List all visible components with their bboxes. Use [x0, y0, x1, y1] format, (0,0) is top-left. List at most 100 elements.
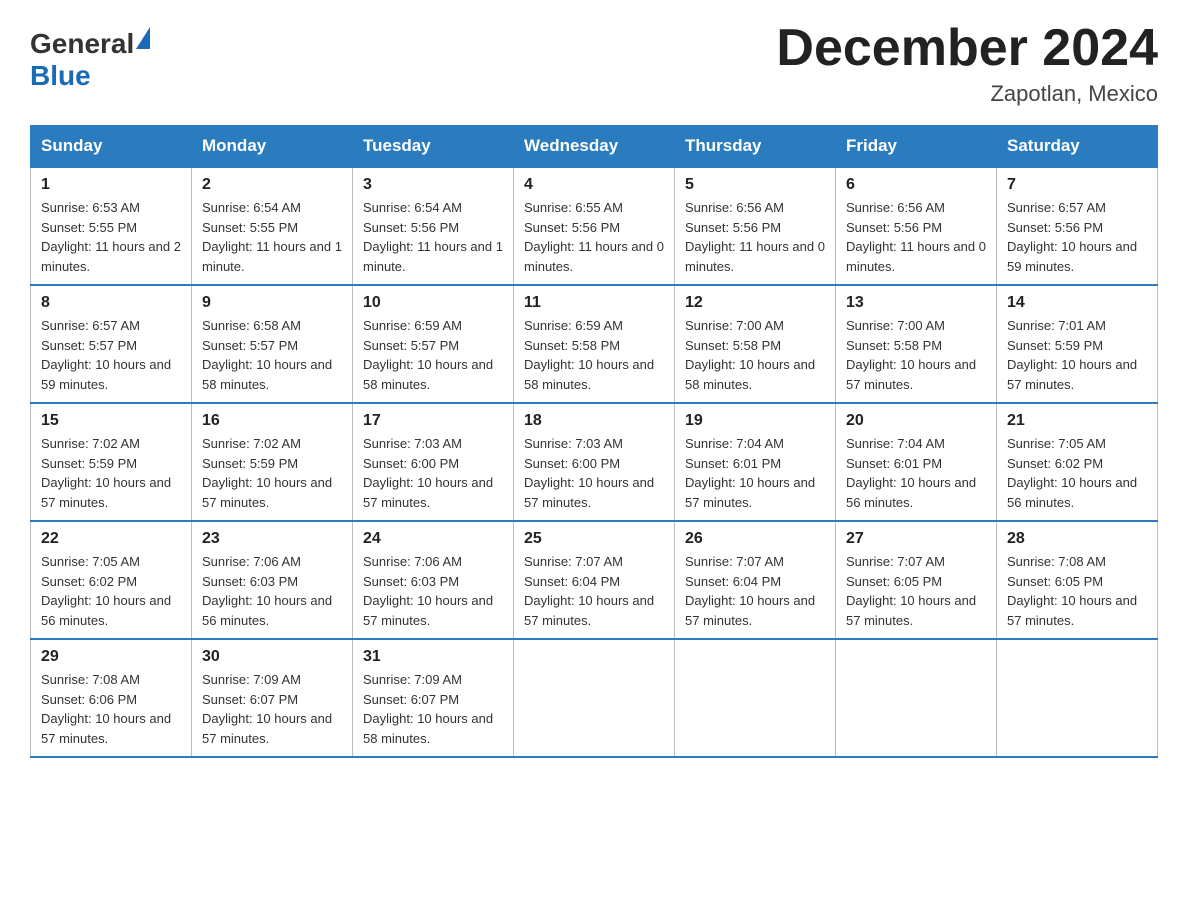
day-info: Sunrise: 7:04 AMSunset: 6:01 PMDaylight:…: [846, 436, 976, 510]
day-number: 10: [363, 294, 503, 312]
calendar-day-cell: [514, 639, 675, 757]
calendar-day-header: Monday: [192, 126, 353, 168]
calendar-day-cell: [836, 639, 997, 757]
day-info: Sunrise: 7:05 AMSunset: 6:02 PMDaylight:…: [41, 554, 171, 628]
day-info: Sunrise: 6:57 AMSunset: 5:57 PMDaylight:…: [41, 318, 171, 392]
calendar-day-cell: 18 Sunrise: 7:03 AMSunset: 6:00 PMDaylig…: [514, 403, 675, 521]
day-info: Sunrise: 6:56 AMSunset: 5:56 PMDaylight:…: [685, 200, 825, 274]
page-title: December 2024: [776, 20, 1158, 77]
logo-blue: Blue: [30, 60, 91, 91]
day-number: 5: [685, 176, 825, 194]
day-info: Sunrise: 7:02 AMSunset: 5:59 PMDaylight:…: [41, 436, 171, 510]
calendar-day-cell: 29 Sunrise: 7:08 AMSunset: 6:06 PMDaylig…: [31, 639, 192, 757]
day-info: Sunrise: 6:54 AMSunset: 5:55 PMDaylight:…: [202, 200, 342, 274]
calendar-header-row: SundayMondayTuesdayWednesdayThursdayFrid…: [31, 126, 1158, 168]
day-info: Sunrise: 6:56 AMSunset: 5:56 PMDaylight:…: [846, 200, 986, 274]
calendar-day-cell: 23 Sunrise: 7:06 AMSunset: 6:03 PMDaylig…: [192, 521, 353, 639]
calendar-day-cell: 31 Sunrise: 7:09 AMSunset: 6:07 PMDaylig…: [353, 639, 514, 757]
day-number: 9: [202, 294, 342, 312]
day-info: Sunrise: 7:05 AMSunset: 6:02 PMDaylight:…: [1007, 436, 1137, 510]
calendar-day-cell: 11 Sunrise: 6:59 AMSunset: 5:58 PMDaylig…: [514, 285, 675, 403]
calendar-day-cell: 17 Sunrise: 7:03 AMSunset: 6:00 PMDaylig…: [353, 403, 514, 521]
calendar-day-header: Saturday: [997, 126, 1158, 168]
calendar-day-cell: 19 Sunrise: 7:04 AMSunset: 6:01 PMDaylig…: [675, 403, 836, 521]
day-number: 21: [1007, 412, 1147, 430]
day-number: 12: [685, 294, 825, 312]
page-subtitle: Zapotlan, Mexico: [776, 81, 1158, 107]
day-number: 1: [41, 176, 181, 194]
day-number: 3: [363, 176, 503, 194]
day-number: 6: [846, 176, 986, 194]
calendar-day-cell: 22 Sunrise: 7:05 AMSunset: 6:02 PMDaylig…: [31, 521, 192, 639]
calendar-day-cell: 14 Sunrise: 7:01 AMSunset: 5:59 PMDaylig…: [997, 285, 1158, 403]
day-number: 8: [41, 294, 181, 312]
logo-text: General Blue: [30, 28, 150, 92]
calendar-day-cell: 15 Sunrise: 7:02 AMSunset: 5:59 PMDaylig…: [31, 403, 192, 521]
day-number: 24: [363, 530, 503, 548]
day-info: Sunrise: 7:07 AMSunset: 6:04 PMDaylight:…: [685, 554, 815, 628]
day-info: Sunrise: 7:03 AMSunset: 6:00 PMDaylight:…: [363, 436, 493, 510]
calendar-day-cell: 12 Sunrise: 7:00 AMSunset: 5:58 PMDaylig…: [675, 285, 836, 403]
day-number: 28: [1007, 530, 1147, 548]
day-number: 14: [1007, 294, 1147, 312]
calendar-day-cell: 20 Sunrise: 7:04 AMSunset: 6:01 PMDaylig…: [836, 403, 997, 521]
calendar-day-cell: 13 Sunrise: 7:00 AMSunset: 5:58 PMDaylig…: [836, 285, 997, 403]
calendar-day-cell: [997, 639, 1158, 757]
calendar-week-row: 15 Sunrise: 7:02 AMSunset: 5:59 PMDaylig…: [31, 403, 1158, 521]
calendar-day-cell: 8 Sunrise: 6:57 AMSunset: 5:57 PMDayligh…: [31, 285, 192, 403]
day-number: 30: [202, 648, 342, 666]
day-info: Sunrise: 7:03 AMSunset: 6:00 PMDaylight:…: [524, 436, 654, 510]
day-info: Sunrise: 7:00 AMSunset: 5:58 PMDaylight:…: [846, 318, 976, 392]
day-info: Sunrise: 7:08 AMSunset: 6:06 PMDaylight:…: [41, 672, 171, 746]
day-info: Sunrise: 6:54 AMSunset: 5:56 PMDaylight:…: [363, 200, 503, 274]
calendar-day-cell: 1 Sunrise: 6:53 AMSunset: 5:55 PMDayligh…: [31, 167, 192, 285]
calendar-week-row: 22 Sunrise: 7:05 AMSunset: 6:02 PMDaylig…: [31, 521, 1158, 639]
day-info: Sunrise: 7:06 AMSunset: 6:03 PMDaylight:…: [202, 554, 332, 628]
day-number: 11: [524, 294, 664, 312]
calendar-day-cell: 26 Sunrise: 7:07 AMSunset: 6:04 PMDaylig…: [675, 521, 836, 639]
day-info: Sunrise: 6:53 AMSunset: 5:55 PMDaylight:…: [41, 200, 181, 274]
day-number: 26: [685, 530, 825, 548]
day-info: Sunrise: 7:04 AMSunset: 6:01 PMDaylight:…: [685, 436, 815, 510]
day-number: 19: [685, 412, 825, 430]
day-number: 23: [202, 530, 342, 548]
day-number: 13: [846, 294, 986, 312]
calendar-week-row: 8 Sunrise: 6:57 AMSunset: 5:57 PMDayligh…: [31, 285, 1158, 403]
calendar-day-cell: 27 Sunrise: 7:07 AMSunset: 6:05 PMDaylig…: [836, 521, 997, 639]
day-info: Sunrise: 7:09 AMSunset: 6:07 PMDaylight:…: [202, 672, 332, 746]
calendar-day-cell: 5 Sunrise: 6:56 AMSunset: 5:56 PMDayligh…: [675, 167, 836, 285]
logo-general: General: [30, 28, 134, 59]
day-number: 2: [202, 176, 342, 194]
day-number: 7: [1007, 176, 1147, 194]
day-info: Sunrise: 6:57 AMSunset: 5:56 PMDaylight:…: [1007, 200, 1137, 274]
calendar-day-cell: 16 Sunrise: 7:02 AMSunset: 5:59 PMDaylig…: [192, 403, 353, 521]
calendar-day-cell: 28 Sunrise: 7:08 AMSunset: 6:05 PMDaylig…: [997, 521, 1158, 639]
page-header: General Blue December 2024 Zapotlan, Mex…: [30, 20, 1158, 107]
calendar-day-cell: 10 Sunrise: 6:59 AMSunset: 5:57 PMDaylig…: [353, 285, 514, 403]
day-info: Sunrise: 7:00 AMSunset: 5:58 PMDaylight:…: [685, 318, 815, 392]
calendar-day-cell: 9 Sunrise: 6:58 AMSunset: 5:57 PMDayligh…: [192, 285, 353, 403]
calendar-day-header: Sunday: [31, 126, 192, 168]
day-number: 29: [41, 648, 181, 666]
day-info: Sunrise: 7:08 AMSunset: 6:05 PMDaylight:…: [1007, 554, 1137, 628]
calendar-day-cell: [675, 639, 836, 757]
calendar-day-cell: 24 Sunrise: 7:06 AMSunset: 6:03 PMDaylig…: [353, 521, 514, 639]
day-info: Sunrise: 7:07 AMSunset: 6:05 PMDaylight:…: [846, 554, 976, 628]
calendar-day-cell: 2 Sunrise: 6:54 AMSunset: 5:55 PMDayligh…: [192, 167, 353, 285]
day-info: Sunrise: 6:55 AMSunset: 5:56 PMDaylight:…: [524, 200, 664, 274]
calendar-week-row: 1 Sunrise: 6:53 AMSunset: 5:55 PMDayligh…: [31, 167, 1158, 285]
calendar-day-header: Tuesday: [353, 126, 514, 168]
day-number: 18: [524, 412, 664, 430]
day-info: Sunrise: 6:58 AMSunset: 5:57 PMDaylight:…: [202, 318, 332, 392]
day-info: Sunrise: 6:59 AMSunset: 5:57 PMDaylight:…: [363, 318, 493, 392]
calendar-day-header: Friday: [836, 126, 997, 168]
day-number: 25: [524, 530, 664, 548]
calendar-week-row: 29 Sunrise: 7:08 AMSunset: 6:06 PMDaylig…: [31, 639, 1158, 757]
day-number: 16: [202, 412, 342, 430]
calendar-day-cell: 7 Sunrise: 6:57 AMSunset: 5:56 PMDayligh…: [997, 167, 1158, 285]
day-number: 15: [41, 412, 181, 430]
day-number: 17: [363, 412, 503, 430]
calendar-day-cell: 4 Sunrise: 6:55 AMSunset: 5:56 PMDayligh…: [514, 167, 675, 285]
day-number: 4: [524, 176, 664, 194]
calendar-day-cell: 3 Sunrise: 6:54 AMSunset: 5:56 PMDayligh…: [353, 167, 514, 285]
